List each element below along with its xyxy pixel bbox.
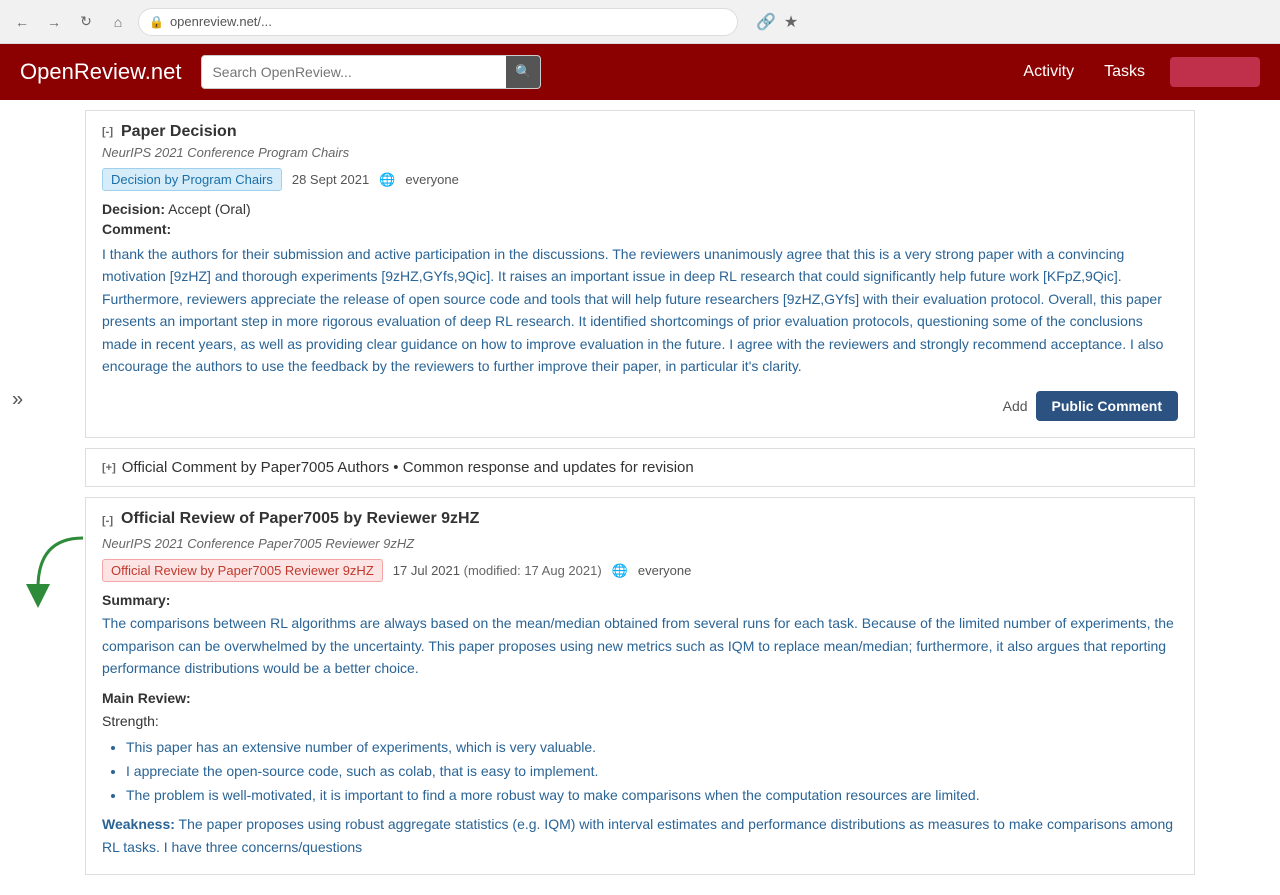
- activity-link[interactable]: Activity: [1018, 63, 1079, 81]
- official-comment-toggle[interactable]: [+]: [102, 462, 116, 474]
- official-review-toggle[interactable]: [-]: [102, 515, 113, 527]
- arrow-indicator: [18, 528, 98, 611]
- home-button[interactable]: ⌂: [106, 10, 130, 34]
- logo[interactable]: OpenReview.net: [20, 59, 181, 85]
- browser-chrome: ← → ↻ ⌂ 🔒 openreview.net/... 🔗 ★: [0, 0, 1280, 44]
- paper-decision-date: 28 Sept 2021: [292, 172, 369, 187]
- search-input[interactable]: [202, 64, 506, 80]
- official-review-section: [-] Official Review of Paper7005 by Revi…: [85, 497, 1195, 875]
- arrow-svg: [18, 528, 98, 608]
- summary-text: The comparisons between RL algorithms ar…: [102, 612, 1178, 679]
- refresh-button[interactable]: ↻: [74, 10, 98, 34]
- decision-line: Decision: Accept (Oral): [102, 201, 1178, 217]
- review-date: 17 Jul 2021 (modified: 17 Aug 2021): [393, 563, 602, 578]
- strength-label: Strength:: [102, 710, 1178, 732]
- paper-decision-subtitle: NeurIPS 2021 Conference Program Chairs: [102, 145, 1178, 160]
- back-button[interactable]: ←: [10, 10, 34, 34]
- decision-label: Decision:: [102, 201, 165, 217]
- review-audience: everyone: [638, 563, 691, 578]
- paper-decision-section: [-] Paper Decision NeurIPS 2021 Conferen…: [85, 110, 1195, 438]
- paper-decision-comment: I thank the authors for their submission…: [102, 243, 1178, 377]
- weakness-text: Weakness: The paper proposes using robus…: [102, 813, 1178, 858]
- logo-suffix: .net: [145, 59, 182, 84]
- decision-tag[interactable]: Decision by Program Chairs: [102, 168, 282, 191]
- weakness-content: The paper proposes using robust aggregat…: [102, 816, 1173, 854]
- strength-item-2: I appreciate the open-source code, such …: [126, 760, 1178, 784]
- official-comment-title: Official Comment by Paper7005 Authors • …: [122, 459, 694, 476]
- paper-decision-meta: Decision by Program Chairs 28 Sept 2021 …: [102, 168, 1178, 191]
- public-comment-button[interactable]: Public Comment: [1036, 391, 1178, 421]
- strength-item-1: This paper has an extensive number of ex…: [126, 736, 1178, 760]
- official-review-meta: Official Review by Paper7005 Reviewer 9z…: [102, 559, 1178, 582]
- top-nav: OpenReview.net 🔍 Activity Tasks: [0, 44, 1280, 100]
- paper-decision-title: Paper Decision: [121, 123, 237, 141]
- tasks-link[interactable]: Tasks: [1099, 63, 1150, 81]
- logo-main: OpenReview: [20, 59, 145, 84]
- official-comment-section[interactable]: [+] Official Comment by Paper7005 Author…: [85, 448, 1195, 487]
- weakness-label: Weakness:: [102, 816, 175, 832]
- official-review-subtitle: NeurIPS 2021 Conference Paper7005 Review…: [102, 536, 1178, 551]
- paper-decision-toggle[interactable]: [-]: [102, 126, 113, 138]
- globe-icon: 🌐: [379, 172, 395, 188]
- strength-list: This paper has an extensive number of ex…: [126, 736, 1178, 807]
- review-tag[interactable]: Official Review by Paper7005 Reviewer 9z…: [102, 559, 383, 582]
- paper-decision-audience: everyone: [405, 172, 458, 187]
- search-button[interactable]: 🔍: [506, 55, 540, 89]
- lock-icon: 🔒: [149, 15, 164, 29]
- main-content: [-] Paper Decision NeurIPS 2021 Conferen…: [0, 100, 1280, 895]
- search-bar[interactable]: 🔍: [201, 55, 541, 89]
- main-review-label: Main Review:: [102, 690, 1178, 706]
- official-review-title: Official Review of Paper7005 by Reviewer…: [121, 510, 479, 528]
- share-icon[interactable]: 🔗: [756, 12, 776, 32]
- url-text: openreview.net/...: [170, 14, 272, 29]
- forward-button[interactable]: →: [42, 10, 66, 34]
- bookmark-icon[interactable]: ★: [784, 12, 798, 32]
- address-bar[interactable]: 🔒 openreview.net/...: [138, 8, 738, 36]
- summary-label: Summary:: [102, 592, 1178, 608]
- browser-icons: 🔗 ★: [756, 12, 798, 32]
- comment-label: Comment:: [102, 221, 1178, 237]
- add-label: Add: [1003, 398, 1028, 414]
- review-globe-icon: 🌐: [612, 563, 628, 579]
- decision-value: Accept (Oral): [168, 201, 250, 217]
- double-chevron-button[interactable]: »: [12, 389, 23, 412]
- add-comment-row: Add Public Comment: [102, 391, 1178, 421]
- strength-item-3: The problem is well-motivated, it is imp…: [126, 784, 1178, 808]
- user-avatar[interactable]: [1170, 57, 1260, 87]
